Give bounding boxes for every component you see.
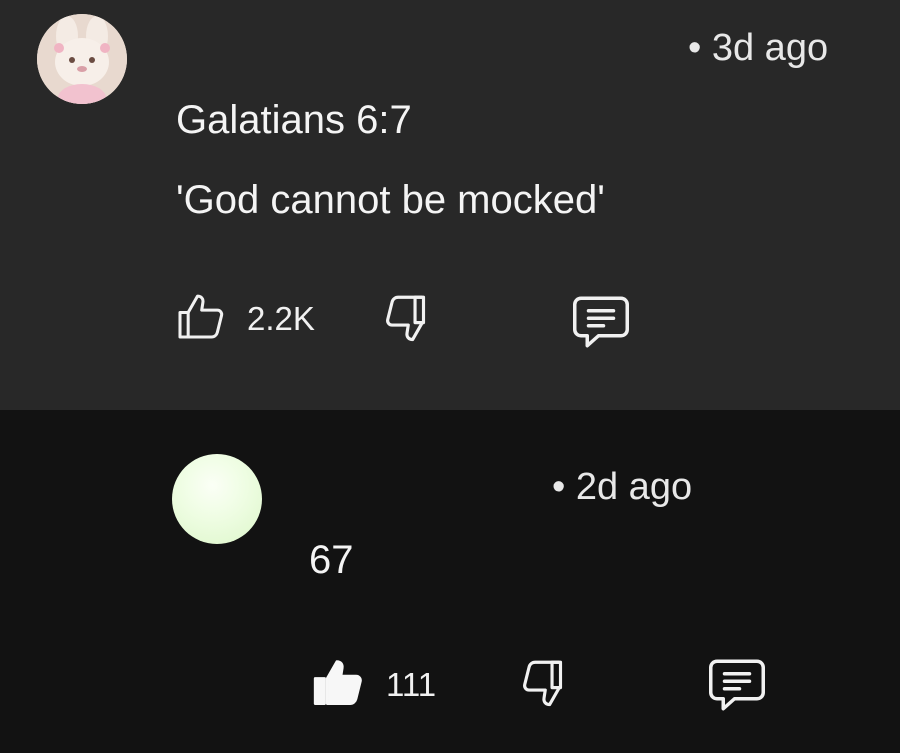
dislike-button[interactable] — [517, 655, 575, 713]
thumbs-up-icon — [313, 660, 362, 705]
comment-text-line: 67 — [309, 538, 354, 582]
reply-button[interactable] — [704, 655, 770, 715]
comment-text-line: Galatians 6:7 — [176, 98, 412, 142]
thumbs-down-icon — [523, 660, 563, 707]
thumbs-down-icon — [386, 295, 426, 342]
reply-button[interactable] — [568, 292, 634, 352]
like-button[interactable] — [309, 652, 367, 712]
comment-card: • 3d ago Galatians 6:7 'God cannot be mo… — [0, 0, 900, 410]
comment-timestamp: • 2d ago — [552, 466, 693, 508]
reply-comment-icon — [709, 659, 765, 711]
dislike-button[interactable] — [380, 290, 438, 348]
like-count: 2.2K — [247, 300, 315, 337]
comment-card: • 2d ago 67 111 — [0, 410, 900, 753]
comment-text-line: 'God cannot be mocked' — [176, 178, 605, 222]
like-button[interactable] — [173, 286, 229, 346]
user-avatar[interactable] — [172, 454, 262, 544]
comment-timestamp: • 3d ago — [688, 27, 829, 69]
reply-comment-icon — [573, 296, 629, 348]
user-avatar[interactable] — [37, 14, 127, 104]
plush-bunny-avatar-icon — [37, 14, 127, 104]
thumbs-up-icon — [178, 294, 224, 339]
like-count: 111 — [386, 666, 437, 703]
